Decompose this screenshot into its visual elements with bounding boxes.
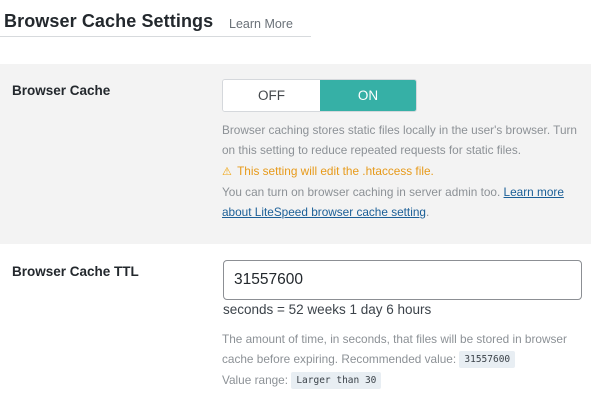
value-range: Value range: Larger than 30 bbox=[222, 370, 582, 390]
recommended-value-chip: 31557600 bbox=[459, 351, 516, 369]
ttl-description-text: The amount of time, in seconds, that fil… bbox=[222, 332, 567, 367]
value-range-chip: Larger than 30 bbox=[291, 371, 382, 389]
ttl-description: The amount of time, in seconds, that fil… bbox=[222, 329, 582, 390]
value-range-label: Value range: bbox=[222, 372, 289, 387]
ttl-input[interactable] bbox=[223, 260, 582, 300]
page-title: Browser Cache Settings bbox=[4, 11, 214, 31]
htaccess-warning: ⚠ This setting will edit the .htaccess f… bbox=[222, 161, 582, 182]
server-admin-note-text: You can turn on browser caching in serve… bbox=[222, 184, 501, 199]
browser-cache-description: Browser caching stores static files loca… bbox=[222, 120, 582, 222]
learn-more-link[interactable]: Learn More bbox=[229, 17, 293, 31]
server-admin-note: You can turn on browser caching in serve… bbox=[222, 182, 582, 223]
browser-cache-label: Browser Cache bbox=[12, 83, 111, 98]
page-header: Browser Cache Settings Learn More bbox=[0, 0, 311, 37]
browser-cache-ttl-label: Browser Cache TTL bbox=[12, 264, 139, 279]
toggle-off-button[interactable]: OFF bbox=[223, 80, 320, 111]
browser-cache-description-text: Browser caching stores static files loca… bbox=[222, 123, 577, 158]
ttl-human-readable: seconds = 52 weeks 1 day 6 hours bbox=[223, 302, 432, 317]
browser-cache-toggle[interactable]: OFF ON bbox=[222, 79, 417, 112]
note-period: . bbox=[425, 205, 430, 220]
toggle-on-button[interactable]: ON bbox=[320, 80, 416, 111]
warning-icon: ⚠ bbox=[222, 165, 232, 178]
htaccess-warning-text: This setting will edit the .htaccess fil… bbox=[237, 163, 434, 178]
